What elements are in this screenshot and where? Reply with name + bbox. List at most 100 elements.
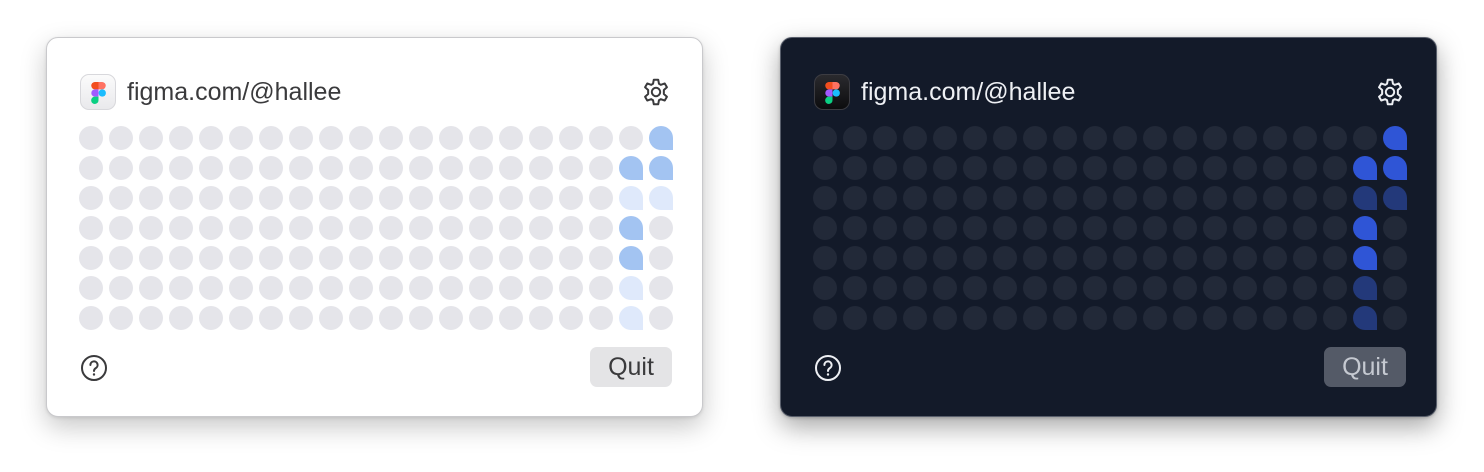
quit-button[interactable]: Quit [590,347,672,387]
contribution-cell [259,246,283,270]
contribution-cell [903,246,927,270]
contribution-cell [993,216,1017,240]
contribution-cell [1053,216,1077,240]
contribution-cell [169,246,193,270]
contribution-cell [469,216,493,240]
contribution-cell [259,216,283,240]
contribution-cell [199,276,223,300]
contribution-cell [529,156,553,180]
contribution-cell [319,306,343,330]
help-circle-icon[interactable] [814,354,842,382]
contribution-cell [289,216,313,240]
contribution-cell-active [619,156,643,180]
contribution-cell-active [619,216,643,240]
contribution-cell [1203,276,1227,300]
contribution-cell [1053,276,1077,300]
light-mode-panel: figma.com/@hallee Quit [46,37,703,417]
contribution-cell [873,276,897,300]
contribution-cell [379,216,403,240]
contribution-cell [1053,306,1077,330]
contribution-grid [79,126,679,336]
contribution-cell [1203,246,1227,270]
contribution-cell-active [1353,276,1377,300]
contribution-cell [139,126,163,150]
contribution-cell [439,126,463,150]
contribution-cell [229,126,253,150]
contribution-cell [289,306,313,330]
contribution-cell [169,126,193,150]
contribution-cell [379,126,403,150]
contribution-cell [439,216,463,240]
gear-icon[interactable] [1375,77,1405,107]
contribution-cell [1143,186,1167,210]
contribution-cell [439,276,463,300]
quit-button[interactable]: Quit [1324,347,1406,387]
contribution-cell [1023,126,1047,150]
contribution-cell [1323,276,1347,300]
contribution-cell [349,246,373,270]
contribution-cell [993,306,1017,330]
contribution-cell [79,306,103,330]
contribution-cell [1263,126,1287,150]
contribution-cell [1113,126,1137,150]
contribution-cell [1083,216,1107,240]
contribution-cell [1233,276,1257,300]
contribution-cell [1203,306,1227,330]
contribution-cell [1173,246,1197,270]
contribution-cell [649,216,673,240]
gear-icon[interactable] [641,77,671,107]
contribution-cell [109,246,133,270]
contribution-cell [109,156,133,180]
contribution-cell [903,276,927,300]
contribution-cell [589,246,613,270]
contribution-cell [813,126,837,150]
contribution-cell [1323,156,1347,180]
contribution-cell [559,246,583,270]
contribution-cell [963,156,987,180]
contribution-cell-active [619,276,643,300]
help-circle-icon[interactable] [80,354,108,382]
contribution-cell [289,246,313,270]
contribution-cell [1263,156,1287,180]
contribution-cell [349,126,373,150]
contribution-cell [963,306,987,330]
contribution-cell [1323,216,1347,240]
contribution-cell [1083,126,1107,150]
contribution-cell [903,306,927,330]
contribution-cell [559,126,583,150]
contribution-cell [843,186,867,210]
contribution-cell [499,216,523,240]
contribution-cell-active [1353,246,1377,270]
contribution-cell [1293,126,1317,150]
contribution-cell [229,186,253,210]
contribution-cell [559,216,583,240]
contribution-cell [1233,156,1257,180]
contribution-cell [1173,126,1197,150]
contribution-cell [1113,276,1137,300]
contribution-cell [319,186,343,210]
contribution-cell [589,186,613,210]
contribution-cell [469,306,493,330]
contribution-cell [933,186,957,210]
contribution-cell [589,276,613,300]
contribution-cell [199,186,223,210]
contribution-cell [289,156,313,180]
contribution-cell [289,276,313,300]
contribution-cell [1293,186,1317,210]
contribution-cell [1233,306,1257,330]
contribution-cell [1143,156,1167,180]
contribution-cell-active [1353,156,1377,180]
contribution-cell [1053,156,1077,180]
contribution-cell [1113,246,1137,270]
contribution-cell [529,186,553,210]
contribution-cell-active [1383,156,1407,180]
contribution-cell [199,126,223,150]
contribution-cell [649,276,673,300]
contribution-cell [903,126,927,150]
contribution-cell [529,306,553,330]
contribution-cell [1293,156,1317,180]
contribution-cell [169,216,193,240]
contribution-cell [1383,276,1407,300]
contribution-cell [229,156,253,180]
contribution-cell [619,126,643,150]
